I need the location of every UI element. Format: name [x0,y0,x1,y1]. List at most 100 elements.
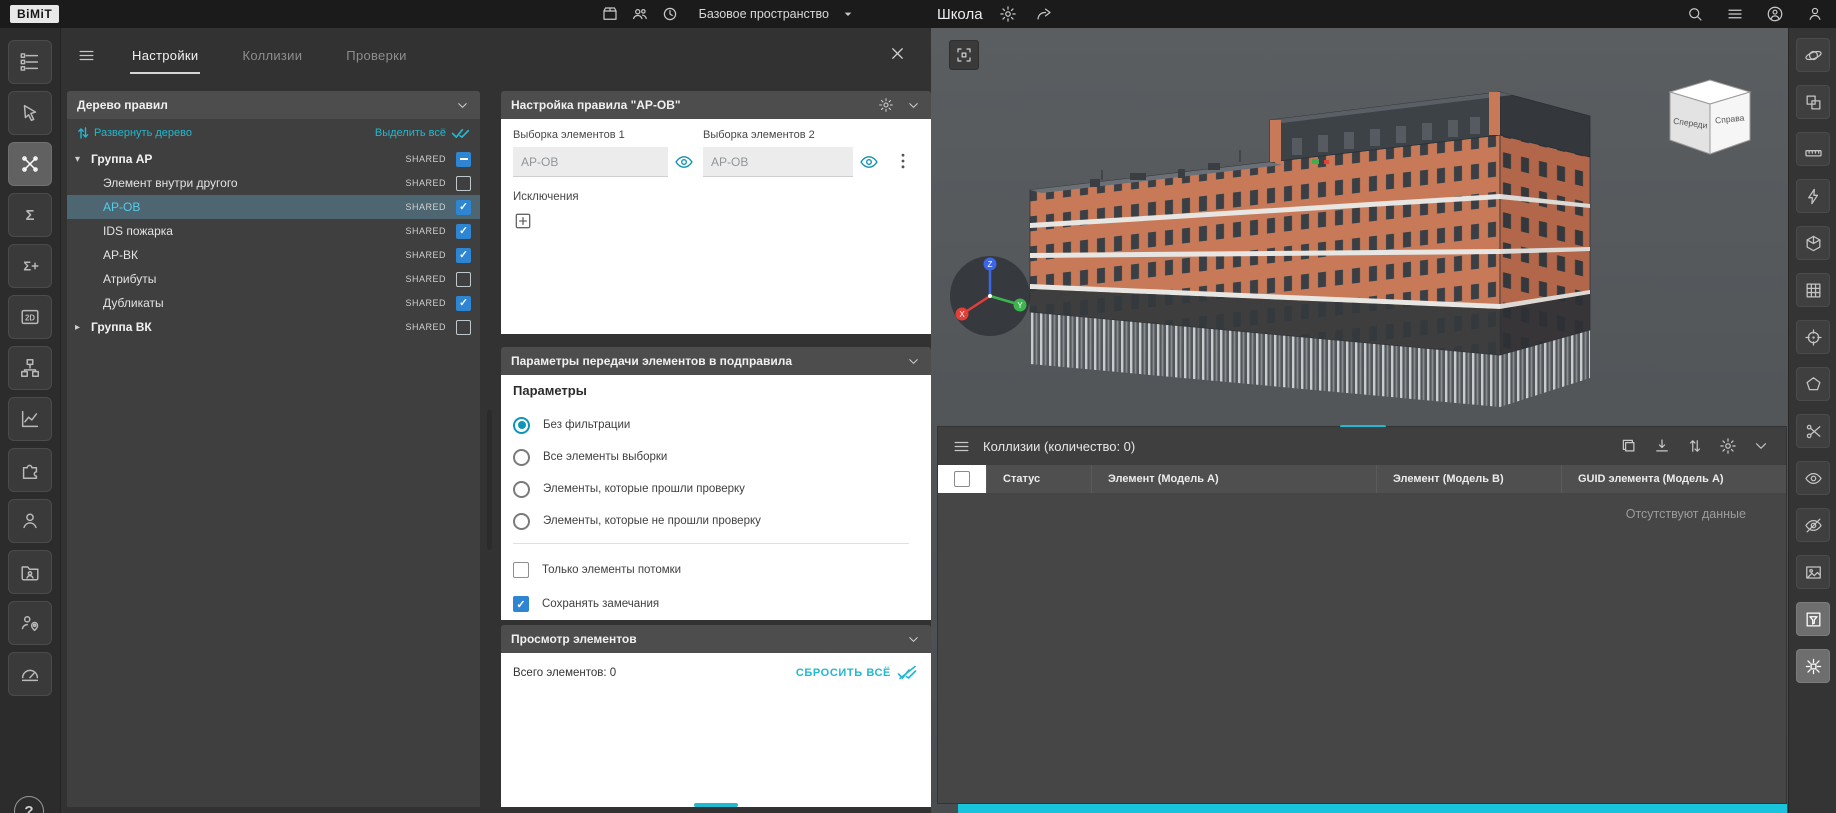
tab-1[interactable]: Коллизии [240,42,304,69]
selection2-visibility-icon[interactable] [859,152,879,172]
column-header-0[interactable]: Статус [986,465,1091,493]
viewtool-polygon-button[interactable] [1796,367,1830,401]
viewtool-section-cube-button[interactable] [1796,226,1830,260]
tree-scrollbar[interactable] [487,410,492,550]
tree-item-1[interactable]: Элемент внутри другогоSHARED [67,171,480,195]
radio-icon[interactable] [513,417,530,434]
selection2-input[interactable] [703,147,853,177]
checkbox-option-0[interactable]: Только элементы потомки [513,555,931,585]
history-button[interactable] [659,3,681,25]
reset-all-button[interactable]: СБРОСИТЬ ВСЁ [796,665,917,680]
viewtool-scissors-cut-button[interactable] [1796,414,1830,448]
tree-item-checkbox[interactable] [456,200,471,215]
tool-folder-user-button[interactable] [8,550,52,594]
radio-option-3[interactable]: Элементы, которые не прошли проверку [513,507,931,535]
swap-vert-button[interactable] [1686,437,1704,455]
rule-settings-collapse-icon[interactable] [906,98,921,113]
forward-button[interactable] [1033,3,1055,25]
tool-sigma-plus-button[interactable]: Σ [8,244,52,288]
tree-item-4[interactable]: АР-ВКSHARED [67,243,480,267]
radio-icon[interactable] [513,513,530,530]
team-button[interactable] [629,3,651,25]
column-header-1[interactable]: Элемент (Модель А) [1091,465,1376,493]
rule-settings-gear-icon[interactable] [878,97,894,113]
collapse-tree-icon[interactable] [455,98,470,113]
tree-item-checkbox[interactable] [456,248,471,263]
viewtool-layers-copy-button[interactable] [1796,85,1830,119]
select-all-checkbox[interactable] [954,471,970,487]
transfer-params-collapse-icon[interactable] [906,354,921,369]
tool-sigma-button[interactable]: Σ [8,193,52,237]
viewtool-filter-box-button[interactable] [1796,602,1830,636]
copy-button[interactable] [1620,437,1638,455]
tree-item-3[interactable]: IDS пожаркаSHARED [67,219,480,243]
tool-puzzle-button[interactable] [8,448,52,492]
workspace-selector[interactable]: Базовое пространство [699,7,829,21]
viewtool-eye-off-button[interactable] [1796,508,1830,542]
tab-2[interactable]: Проверки [344,42,408,69]
select-all-link[interactable]: Выделить всё [375,126,470,139]
column-header-2[interactable]: Элемент (Модель B) [1376,465,1561,493]
radio-option-0[interactable]: Без фильтрации [513,411,931,439]
tool-select-pointer-button[interactable] [8,91,52,135]
radio-icon[interactable] [513,481,530,498]
selection1-visibility-icon[interactable] [674,152,694,172]
tool-model-tree-button[interactable] [8,40,52,84]
tree-item-checkbox[interactable] [456,272,471,287]
view-cube[interactable]: Спереди Справа [1650,70,1770,165]
column-header-3[interactable]: GUID элемента (Модель А) [1561,465,1786,493]
viewtool-grid-button[interactable] [1796,273,1830,307]
collisions-menu-icon[interactable] [952,437,971,456]
tool-org-button[interactable] [8,346,52,390]
tree-item-checkbox[interactable] [456,152,471,167]
axis-gizmo[interactable]: Z X Y [948,254,1032,338]
tree-item-checkbox[interactable] [456,296,471,311]
tree-item-0[interactable]: ▾Группа АРSHARED [67,147,480,171]
close-panel-button[interactable] [888,44,907,63]
viewtool-ruler-button[interactable] [1796,132,1830,166]
viewtool-explode-button[interactable] [1796,649,1830,683]
person-ring-button[interactable] [1764,3,1786,25]
selection1-input[interactable] [513,147,668,177]
tree-item-6[interactable]: ДубликатыSHARED [67,291,480,315]
radio-option-1[interactable]: Все элементы выборки [513,443,931,471]
expand-tree-link[interactable]: Развернуть дерево [77,127,192,139]
tab-0[interactable]: Настройки [130,42,200,69]
search-button[interactable] [1684,3,1706,25]
viewtool-orbit-button[interactable] [1796,38,1830,72]
person-button[interactable] [1804,3,1826,25]
viewtool-target-button[interactable] [1796,320,1830,354]
workspace-caret-icon[interactable] [837,3,859,25]
tool-user-button[interactable] [8,499,52,543]
gear-button[interactable] [1719,437,1737,455]
checkbox-icon[interactable] [513,562,529,578]
tree-item-5[interactable]: АтрибутыSHARED [67,267,480,291]
tree-item-checkbox[interactable] [456,224,471,239]
tool-chart-line-button[interactable] [8,397,52,441]
add-exclusion-button[interactable] [513,211,533,231]
checkbox-option-1[interactable]: Сохранять замечания [513,589,931,619]
tool-gauge-button[interactable] [8,652,52,696]
zoom-fit-button[interactable] [949,40,979,70]
tree-item-checkbox[interactable] [456,320,471,335]
tool-view-2d-button[interactable]: 2D [8,295,52,339]
tree-item-checkbox[interactable] [456,176,471,191]
radio-icon[interactable] [513,449,530,466]
twisty-icon[interactable]: ▸ [75,322,89,333]
viewtool-bolt-button[interactable] [1796,179,1830,213]
elements-view-collapse-icon[interactable] [906,632,921,647]
panel-menu-icon[interactable] [77,46,96,65]
help-button[interactable]: ? [14,796,44,813]
viewtool-image-off-button[interactable] [1796,555,1830,589]
tree-item-2[interactable]: АР-ОВSHARED [67,195,480,219]
selection2-more-icon[interactable] [893,151,913,171]
export-down-button[interactable] [1653,437,1671,455]
viewtool-eye-button[interactable] [1796,461,1830,495]
menu-button[interactable] [1724,3,1746,25]
tree-item-7[interactable]: ▸Группа ВКSHARED [67,315,480,339]
chevron-down-button[interactable] [1752,437,1770,455]
checkbox-icon[interactable] [513,596,529,612]
package-button[interactable] [599,3,621,25]
rule-scroll-indicator[interactable] [694,803,738,807]
radio-option-2[interactable]: Элементы, которые прошли проверку [513,475,931,503]
